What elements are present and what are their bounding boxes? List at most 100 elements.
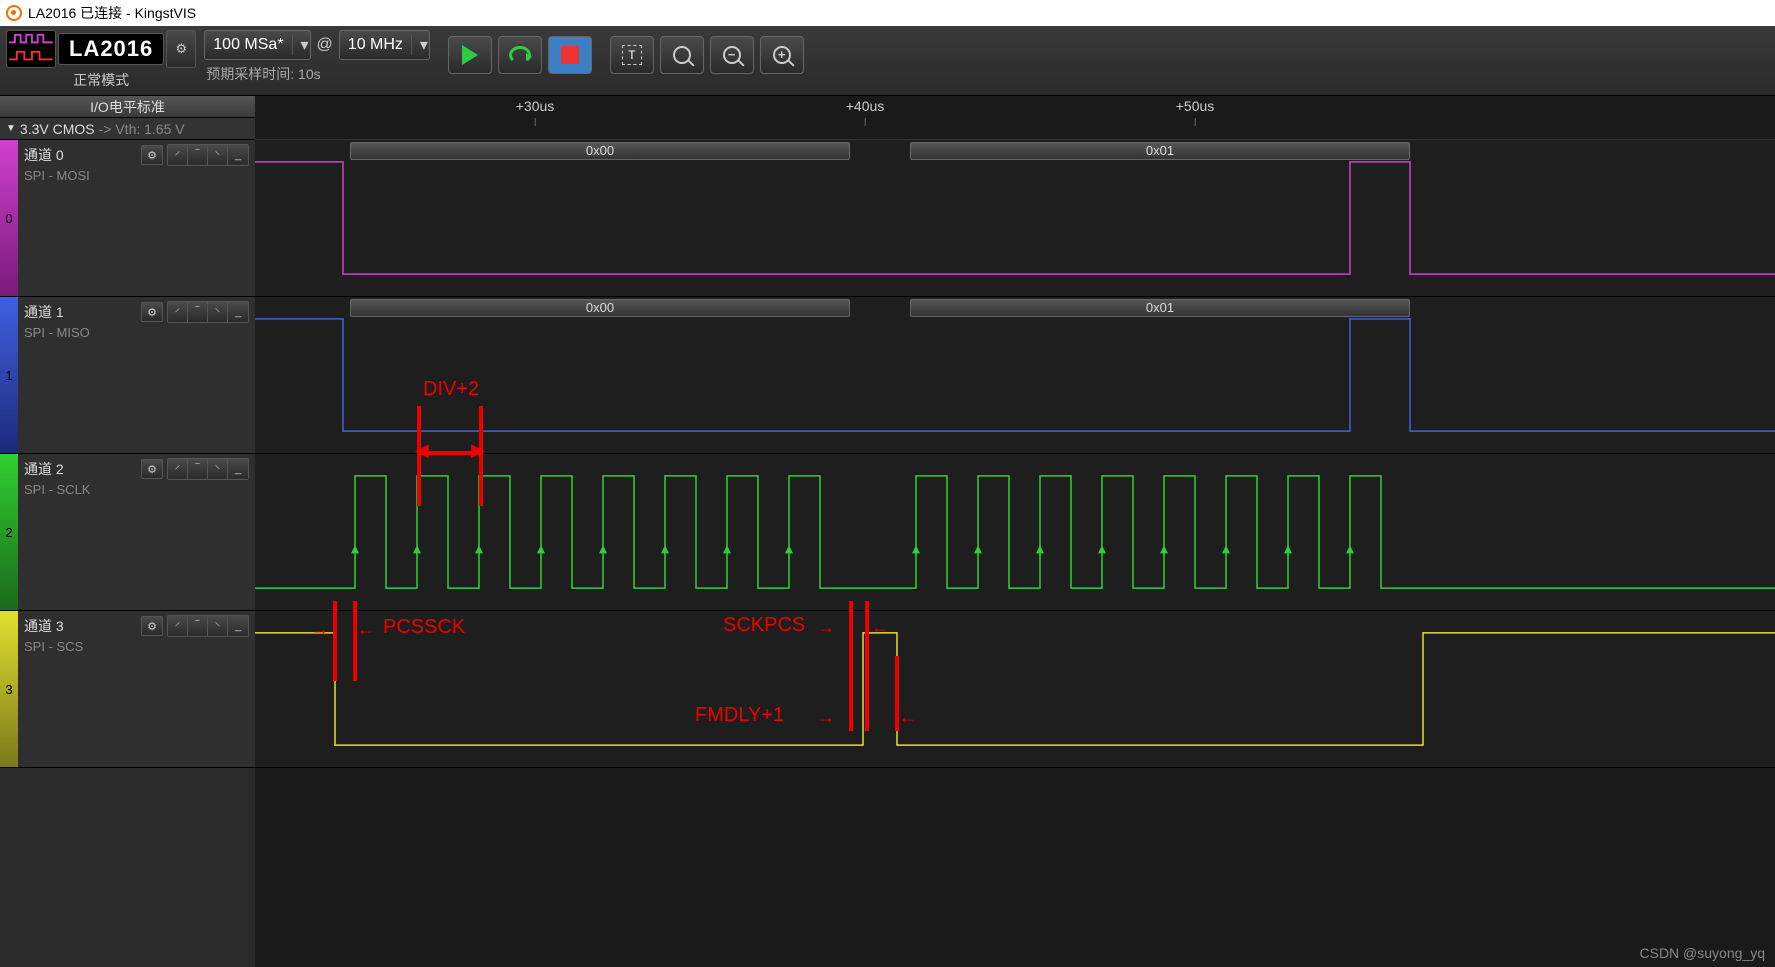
channel-2: 2 通道 2 ⚙ ⸍ ‾ ⸌ _ SPI - SCLK <box>0 454 255 611</box>
trigger-falling-button[interactable]: ⸌ <box>208 616 228 636</box>
annotation-line <box>333 601 337 681</box>
arrow-right-icon: → <box>817 707 835 728</box>
trigger-low-button[interactable]: _ <box>228 616 248 636</box>
io-level-selector[interactable]: ▼ 3.3V CMOS -> Vth: 1.65 V <box>0 118 255 140</box>
trigger-low-button[interactable]: _ <box>228 145 248 165</box>
time-ruler: +30us +40us +50us <box>255 96 1775 140</box>
at-symbol: @ <box>317 36 333 54</box>
wave-row-2[interactable] <box>255 454 1775 611</box>
loop-icon <box>509 46 531 64</box>
stop-button[interactable] <box>548 36 592 74</box>
arrow-right-icon: → <box>311 619 329 640</box>
zoom-in-icon: + <box>773 46 791 64</box>
channel-name: 通道 3 <box>24 616 64 636</box>
arrow-left-icon: ◀ <box>415 440 429 461</box>
channel-settings-button[interactable]: ⚙ <box>141 616 163 636</box>
annotation-sckpcs: SCKPCS <box>723 614 805 637</box>
zoom-out-icon: − <box>723 46 741 64</box>
channel-1: 1 通道 1 ⚙ ⸍ ‾ ⸌ _ SPI - MISO <box>0 297 255 454</box>
trigger-falling-button[interactable]: ⸌ <box>208 145 228 165</box>
chevron-down-icon: ▼ <box>6 118 16 140</box>
annotation-line <box>353 601 357 681</box>
trigger-group: ⸍ ‾ ⸌ _ <box>167 144 249 166</box>
trigger-high-button[interactable]: ‾ <box>188 459 208 479</box>
trigger-group: ⸍ ‾ ⸌ _ <box>167 301 249 323</box>
annotation-div: DIV+2 <box>423 378 479 401</box>
watermark: CSDN @suyong_yq <box>1640 945 1766 961</box>
wave-row-1[interactable]: 0x00 0x01 <box>255 297 1775 454</box>
trigger-high-button[interactable]: ‾ <box>188 616 208 636</box>
text-cursor-icon: T <box>622 45 642 65</box>
zoom-fit-button[interactable] <box>660 36 704 74</box>
channel-0: 0 通道 0 ⚙ ⸍ ‾ ⸌ _ SPI - MOSI <box>0 140 255 297</box>
toolbar: LA2016 ⚙ 正常模式 100 MSa* ▾ @ 10 MHz ▾ 预期采样… <box>0 26 1775 96</box>
play-icon <box>462 45 478 65</box>
trigger-falling-button[interactable]: ⸌ <box>208 302 228 322</box>
zoom-in-button[interactable]: + <box>760 36 804 74</box>
channel-protocol: SPI - SCS <box>24 639 249 654</box>
trigger-high-button[interactable]: ‾ <box>188 302 208 322</box>
trigger-low-button[interactable]: _ <box>228 459 248 479</box>
io-level-main: 3.3V CMOS <box>20 118 95 140</box>
channel-settings-button[interactable]: ⚙ <box>141 145 163 165</box>
channel-3: 3 通道 3 ⚙ ⸍ ‾ ⸌ _ SPI - SCS <box>0 611 255 768</box>
channel-name: 通道 1 <box>24 302 64 322</box>
arrow-left-icon: ← <box>871 617 889 638</box>
arrow-left-icon: ← <box>899 707 917 728</box>
sample-rate-combo[interactable]: 100 MSa* ▾ <box>204 30 310 60</box>
sidebar: I/O电平标准 ▼ 3.3V CMOS -> Vth: 1.65 V 0 通道 … <box>0 96 255 967</box>
waveform-area[interactable]: +30us+40us+50us 0x000x010x000x01 CSDN @s… <box>255 96 1775 967</box>
trigger-falling-button[interactable]: ⸌ <box>208 459 228 479</box>
sample-rate-value: 100 MSa* <box>205 36 291 54</box>
device-box: LA2016 ⚙ 正常模式 <box>6 30 196 90</box>
annotation-pcssck: PCSSCK <box>383 616 465 639</box>
device-wave-icon <box>6 30 56 68</box>
chevron-down-icon: ▾ <box>411 35 429 55</box>
channel-settings-button[interactable]: ⚙ <box>141 302 163 322</box>
io-level-sub: -> Vth: 1.65 V <box>99 118 185 140</box>
trigger-group: ⸍ ‾ ⸌ _ <box>167 458 249 480</box>
window-title: LA2016 已连接 - KingstVIS <box>28 3 196 23</box>
arrow-left-icon: ← <box>357 619 375 640</box>
decode-label: 0x01 <box>910 299 1410 317</box>
channel-protocol: SPI - MOSI <box>24 168 249 183</box>
time-tick: +40us <box>846 98 885 114</box>
titlebar: LA2016 已连接 - KingstVIS <box>0 0 1775 26</box>
trigger-rising-button[interactable]: ⸍ <box>168 145 188 165</box>
device-settings-button[interactable]: ⚙ <box>166 30 196 68</box>
annotation-line <box>849 601 853 731</box>
loop-button[interactable] <box>498 36 542 74</box>
sample-duration-info: 预期采样时间: 10s <box>204 64 430 84</box>
channel-color-bar: 2 <box>0 454 18 610</box>
trigger-rising-button[interactable]: ⸍ <box>168 616 188 636</box>
trigger-group: ⸍ ‾ ⸌ _ <box>167 615 249 637</box>
zoom-fit-icon <box>673 46 691 64</box>
app-icon <box>6 5 22 21</box>
device-name: LA2016 <box>58 33 164 65</box>
decode-label: 0x00 <box>350 299 850 317</box>
annotation-fmdly: FMDLY+1 <box>695 704 784 727</box>
sample-freq-combo[interactable]: 10 MHz ▾ <box>339 30 430 60</box>
time-tick: +50us <box>1176 98 1215 114</box>
play-button[interactable] <box>448 36 492 74</box>
zoom-out-button[interactable]: − <box>710 36 754 74</box>
channel-color-bar: 3 <box>0 611 18 767</box>
annotation-line <box>895 656 899 731</box>
time-tick: +30us <box>516 98 555 114</box>
trigger-high-button[interactable]: ‾ <box>188 145 208 165</box>
trigger-low-button[interactable]: _ <box>228 302 248 322</box>
arrow-right-icon: → <box>817 617 835 638</box>
text-cursor-button[interactable]: T <box>610 36 654 74</box>
channel-name: 通道 0 <box>24 145 64 165</box>
trigger-rising-button[interactable]: ⸍ <box>168 302 188 322</box>
decode-label: 0x00 <box>350 142 850 160</box>
device-mode: 正常模式 <box>73 70 129 90</box>
wave-row-0[interactable]: 0x000x01 <box>255 140 1775 297</box>
io-header: I/O电平标准 <box>0 96 255 118</box>
gear-icon: ⚙ <box>175 41 187 57</box>
stop-icon <box>561 46 579 64</box>
channel-settings-button[interactable]: ⚙ <box>141 459 163 479</box>
wave-row-3[interactable] <box>255 611 1775 768</box>
trigger-rising-button[interactable]: ⸍ <box>168 459 188 479</box>
channel-protocol: SPI - SCLK <box>24 482 249 497</box>
